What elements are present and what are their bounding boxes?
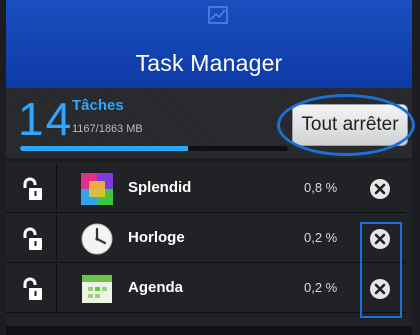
close-icon[interactable]	[369, 278, 391, 300]
stats-panel: 14 Tâches 1167/1863 MB Tout arrêter	[6, 88, 415, 158]
close-icon[interactable]	[369, 228, 391, 250]
task-cpu: 0,2 %	[304, 230, 338, 245]
task-name: Horloge	[128, 229, 185, 246]
tasks-label: Tâches	[72, 97, 124, 114]
splendid-app-icon	[81, 173, 113, 205]
task-name: Agenda	[128, 279, 184, 296]
task-name: Splendid	[128, 179, 192, 196]
memory-bar-fill	[20, 146, 188, 151]
close-icon[interactable]	[369, 178, 391, 200]
lock-toggle[interactable]	[6, 264, 57, 312]
stop-all-button[interactable]: Tout arrêter	[292, 104, 408, 146]
task-row: Agenda 0,2 %	[6, 264, 406, 313]
calendar-app-icon	[82, 275, 112, 303]
memory-usage: 1167/1863 MB	[72, 123, 143, 135]
unlock-icon	[23, 227, 42, 250]
lock-toggle[interactable]	[6, 214, 57, 262]
unlock-icon	[23, 277, 42, 300]
task-manager-widget: Task Manager 14 Tâches 1167/1863 MB Tout…	[0, 0, 420, 335]
widget-title: Task Manager	[135, 50, 283, 76]
chart-icon	[208, 6, 228, 24]
header: Task Manager	[6, 0, 412, 89]
task-row: Splendid 0,8 %	[6, 164, 406, 213]
task-cpu: 0,2 %	[304, 280, 338, 295]
task-row: Horloge 0,2 %	[6, 214, 406, 263]
memory-bar	[20, 146, 288, 151]
task-count: 14	[18, 93, 74, 145]
task-cpu: 0,8 %	[304, 180, 338, 195]
task-list: Splendid 0,8 % Horloge 0,2 % Agenda 0,2 …	[6, 162, 412, 326]
unlock-icon	[23, 177, 42, 200]
lock-toggle[interactable]	[6, 164, 57, 212]
bottom-edge	[6, 326, 412, 335]
clock-app-icon	[81, 223, 113, 255]
